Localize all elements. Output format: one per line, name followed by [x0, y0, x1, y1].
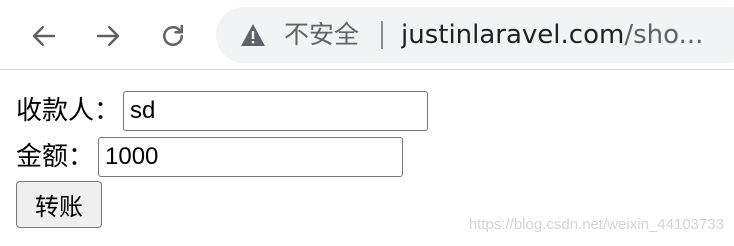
amount-input[interactable] — [98, 137, 404, 177]
reload-icon — [163, 24, 183, 46]
address-bar[interactable]: 不安全 justinlaravel.com/sho... — [216, 7, 734, 63]
reload-button[interactable] — [153, 16, 193, 56]
url-text[interactable]: justinlaravel.com/sho... — [401, 19, 731, 51]
back-button[interactable] — [24, 16, 64, 56]
url-path: /sho... — [624, 20, 704, 50]
browser-toolbar: 不安全 justinlaravel.com/sho... — [0, 0, 734, 70]
watermark-text: https://blog.csdn.net/weixin_44103733 — [468, 216, 724, 233]
payee-input[interactable] — [123, 91, 429, 131]
payee-label: 收款人： — [16, 96, 121, 126]
arrow-left-icon — [32, 26, 56, 46]
transfer-button[interactable]: 转账 — [16, 181, 102, 228]
payee-row: 收款人： — [16, 91, 429, 131]
url-host: justinlaravel.com — [401, 20, 625, 50]
warning-triangle-icon[interactable] — [240, 23, 266, 47]
amount-label: 金额： — [16, 142, 95, 172]
security-status-label[interactable]: 不安全 — [284, 19, 359, 51]
forward-button[interactable] — [88, 16, 128, 56]
arrow-right-icon — [96, 26, 120, 46]
amount-row: 金额： — [16, 137, 404, 177]
address-bar-divider — [381, 21, 383, 49]
